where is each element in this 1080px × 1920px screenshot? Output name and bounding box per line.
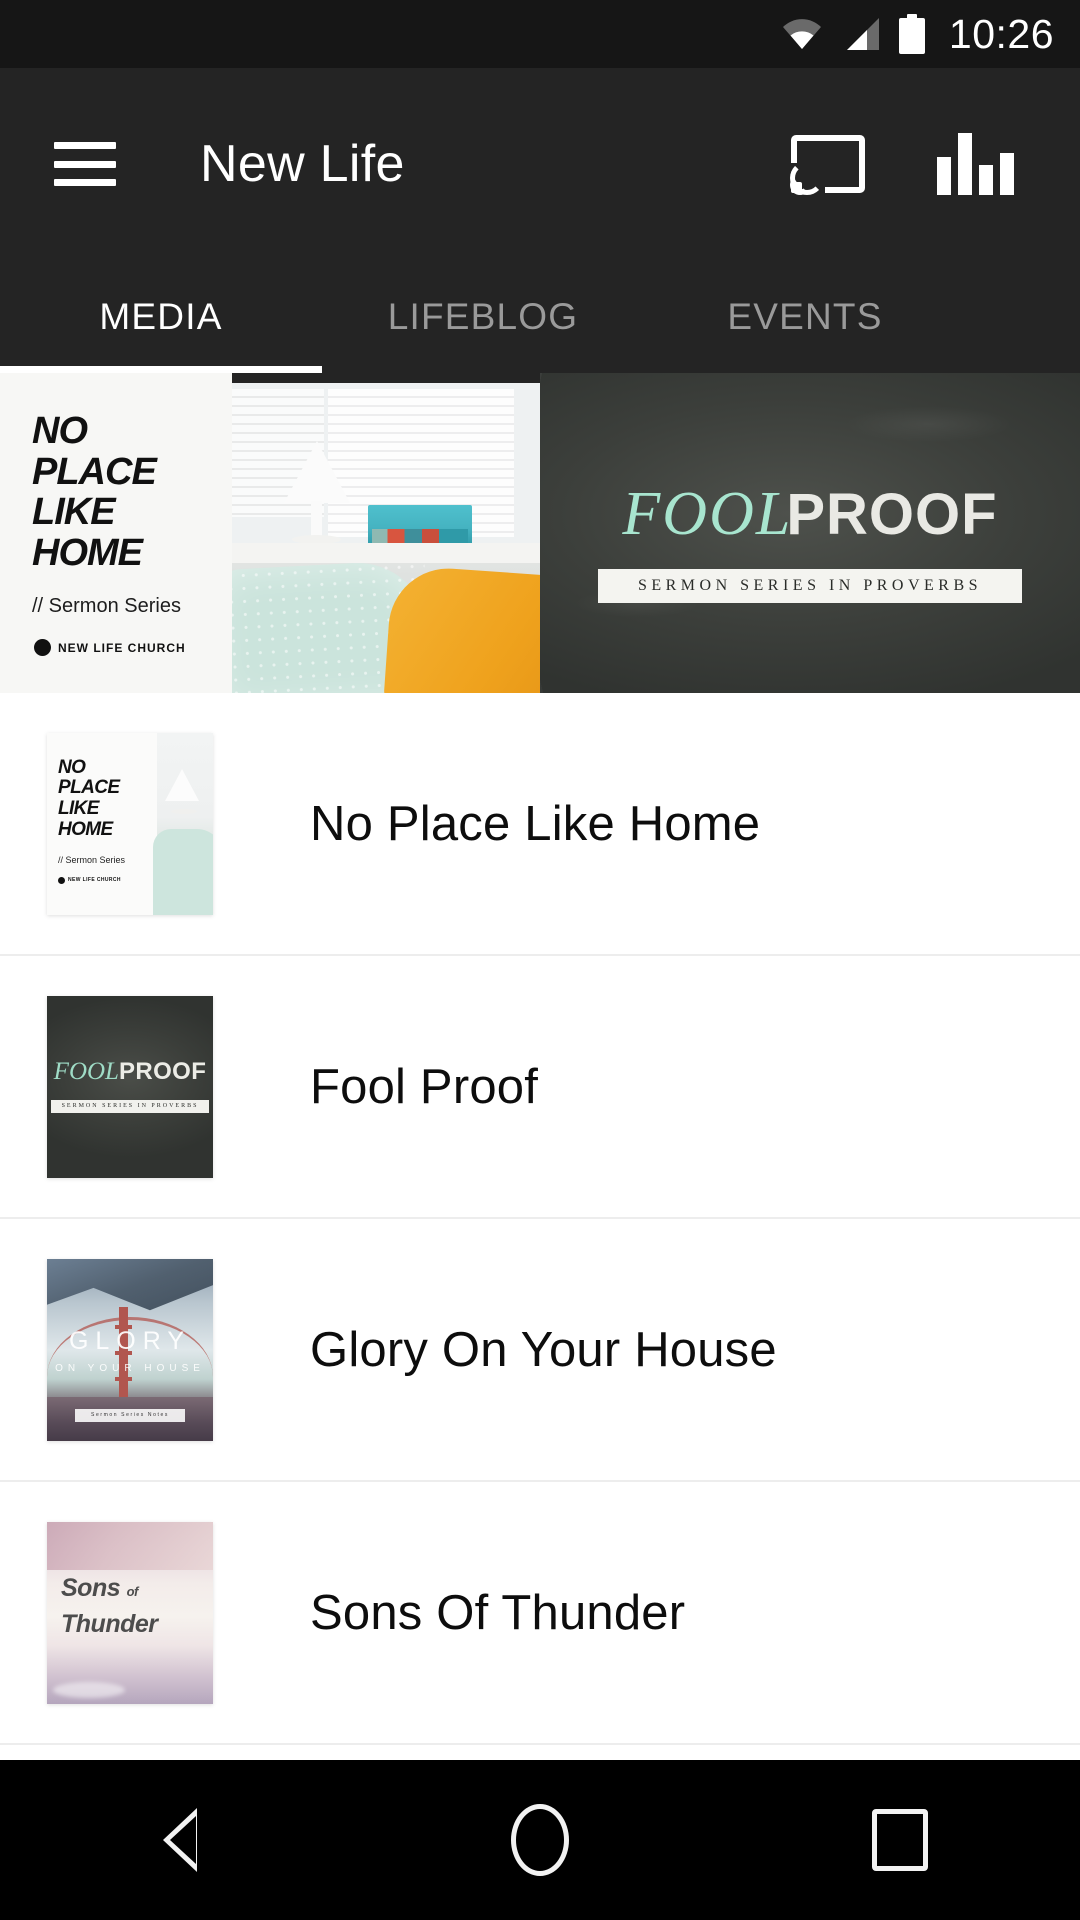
list-item[interactable]: GLORY ON YOUR HOUSE Sermon Series Notes …	[0, 1219, 1080, 1482]
equalizer-icon[interactable]	[937, 133, 1014, 195]
hero-slide-foolproof[interactable]: FOOLPROOF SERMON SERIES IN PROVERBS	[540, 373, 1080, 693]
list-item[interactable]: Sons of Thunder Sons Of Thunder	[0, 1482, 1080, 1745]
battery-icon	[898, 14, 925, 54]
home-button[interactable]	[480, 1780, 600, 1900]
thumb-title-proof: PROOF	[118, 1057, 207, 1085]
list-item-title: Sons Of Thunder	[310, 1585, 686, 1640]
hero-foolproof-title: FOOLPROOF	[540, 479, 1080, 550]
yellow-pillow	[383, 564, 540, 693]
list-item[interactable]: FOOLPROOF SERMON SERIES IN PROVERBS Fool…	[0, 956, 1080, 1219]
hero-slide-no-place-like-home[interactable]: NO PLACE LIKE HOME // Sermon Series NEW …	[0, 373, 232, 693]
bridge-crossbeam	[115, 1376, 132, 1381]
thumb-title-fool: FOOL	[53, 1057, 119, 1085]
hero-foolproof-title-proof: PROOF	[786, 482, 998, 547]
status-bar: 10:26	[0, 0, 1080, 68]
circle-home-icon	[511, 1804, 569, 1876]
app-bar-actions	[790, 133, 1014, 195]
thumb-title-text: GLORY	[68, 1326, 192, 1355]
tab-active-indicator	[0, 366, 322, 373]
window-sill	[232, 543, 540, 563]
thumb-fool-proof: FOOLPROOF SERMON SERIES IN PROVERBS	[47, 995, 213, 1178]
hero-poster-brand: NEW LIFE CHURCH	[34, 639, 186, 656]
thumb-banner-label: SERMON SERIES IN PROVERBS	[61, 1103, 199, 1109]
hero-foolproof-banner: SERMON SERIES IN PROVERBS	[598, 569, 1022, 603]
hero-poster-title: NO PLACE LIKE HOME	[32, 410, 157, 574]
list-item-title: No Place Like Home	[310, 796, 761, 851]
pink-sky	[47, 1521, 213, 1570]
tab-media[interactable]: MEDIA	[0, 260, 322, 373]
thumb-title-sons: Sons of	[61, 1574, 138, 1603]
media-list: NO PLACE LIKE HOME // Sermon Series NEW …	[0, 693, 1080, 1760]
list-item-title: Fool Proof	[310, 1059, 539, 1114]
hero-carousel[interactable]: NO PLACE LIKE HOME // Sermon Series NEW …	[0, 373, 1080, 693]
thumb-sons-of-thunder: Sons of Thunder	[47, 1521, 213, 1704]
hero-foolproof-banner-label: SERMON SERIES IN PROVERBS	[637, 577, 983, 594]
lamp-stem	[311, 501, 322, 537]
thumb-title-thunder: Thunder	[61, 1609, 158, 1638]
thumb-title-of-label: of	[126, 1583, 139, 1599]
cast-icon[interactable]	[790, 135, 865, 195]
app-bar: New Life	[0, 68, 1080, 260]
thumb-banner-label: Sermon Series Notes	[91, 1412, 169, 1418]
tab-events[interactable]: EVENTS	[644, 260, 966, 373]
status-bar-clock: 10:26	[948, 10, 1054, 57]
tab-life[interactable]: LIFE	[966, 260, 1080, 373]
thumb-glory-on-your-house: GLORY ON YOUR HOUSE Sermon Series Notes	[47, 1258, 213, 1441]
thumb-banner: Sermon Series Notes	[75, 1408, 185, 1422]
thumb-brand-label: NEW LIFE CHURCH	[68, 877, 121, 883]
mint-pillow	[153, 828, 213, 915]
hero-poster-brand-label: NEW LIFE CHURCH	[58, 640, 186, 655]
tab-lifeblog-label: LIFEBLOG	[387, 295, 579, 337]
android-nav-bar	[0, 1760, 1080, 1920]
square-recents-icon	[872, 1809, 928, 1871]
page-title: New Life	[200, 135, 405, 193]
wifi-icon	[781, 18, 823, 50]
phone-screen: 10:26 New Life MEDIA LIFEBLOG EVENTS NO …	[0, 0, 1080, 1920]
list-item[interactable]: NO PLACE LIKE HOME // Sermon Series NEW …	[0, 693, 1080, 956]
lamp-base	[171, 808, 197, 814]
cloud-shape	[53, 1681, 125, 1698]
thumb-no-place-like-home: NO PLACE LIKE HOME // Sermon Series NEW …	[47, 732, 213, 915]
bridge-tower	[119, 1306, 128, 1411]
thumb-subtitle-text: // Sermon Series	[58, 854, 126, 865]
hero-slide-bedroom-photo[interactable]	[232, 383, 540, 693]
list-item-title: Glory On Your House	[310, 1322, 777, 1377]
recents-button[interactable]	[840, 1780, 960, 1900]
tab-media-label: MEDIA	[99, 295, 223, 337]
lamp-shade	[284, 441, 350, 503]
hero-poster-subtitle: // Sermon Series	[32, 595, 181, 617]
cellular-signal-icon	[841, 17, 881, 51]
hamburger-menu-icon[interactable]	[54, 142, 116, 186]
thumb-subtitle-text: ON YOUR HOUSE	[55, 1362, 205, 1374]
thumb-title-text: NO PLACE LIKE HOME	[58, 756, 120, 841]
tab-events-label: EVENTS	[727, 295, 883, 337]
church-logo-icon	[34, 639, 51, 656]
hero-foolproof-title-fool: FOOL	[622, 480, 793, 548]
thumb-banner: SERMON SERIES IN PROVERBS	[51, 1099, 209, 1113]
tab-lifeblog[interactable]: LIFEBLOG	[322, 260, 644, 373]
triangle-back-icon	[163, 1808, 197, 1872]
back-button[interactable]	[120, 1780, 240, 1900]
lamp-shade	[165, 768, 199, 801]
tab-bar: MEDIA LIFEBLOG EVENTS LIFE	[0, 260, 1080, 373]
thumb-title-sons-label: Sons	[61, 1573, 121, 1602]
church-logo-icon	[58, 876, 65, 884]
